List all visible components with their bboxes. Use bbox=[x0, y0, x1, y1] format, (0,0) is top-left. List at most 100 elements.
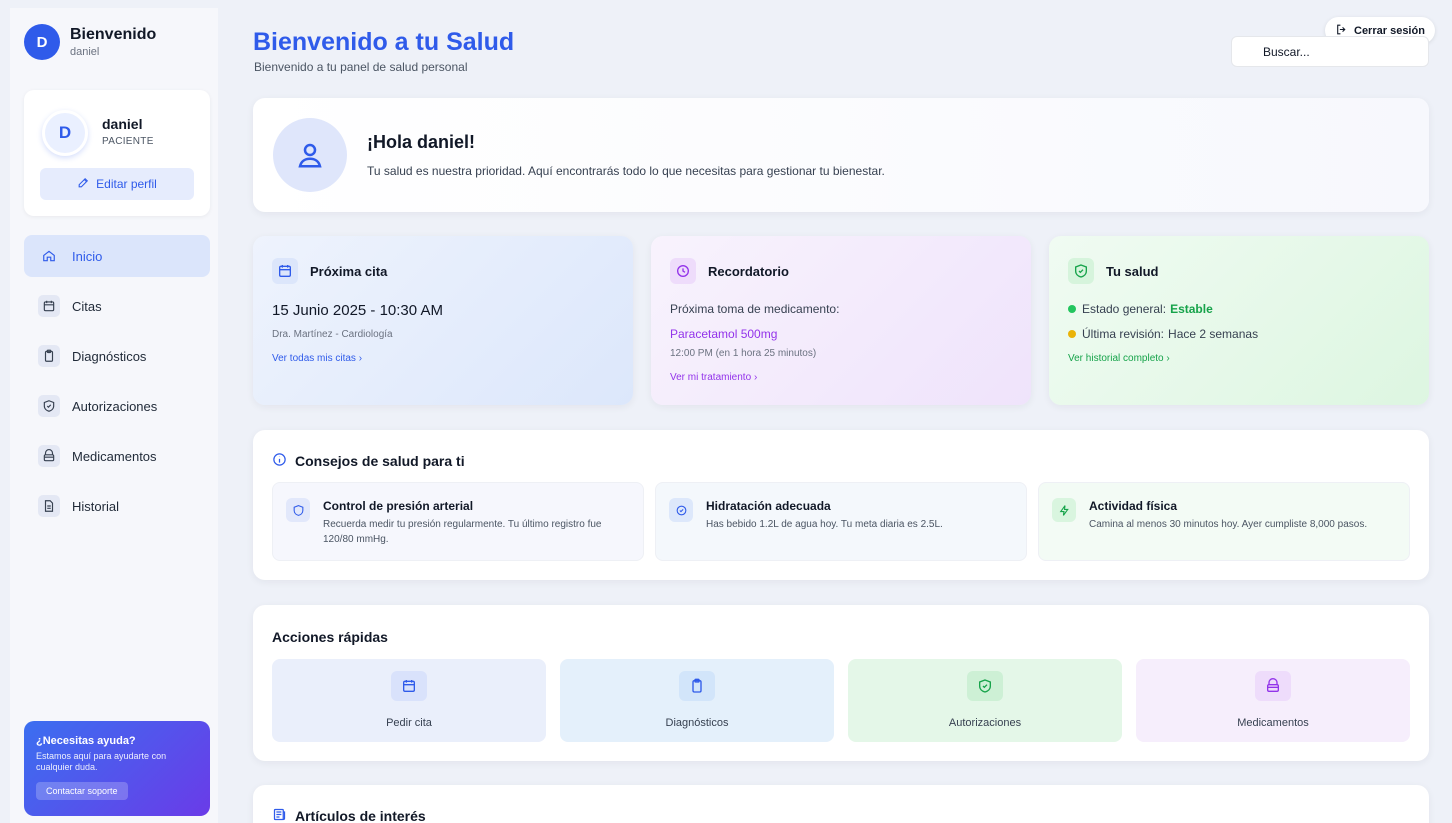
pill-box-icon bbox=[38, 445, 60, 467]
help-card: ¿Necesitas ayuda? Estamos aquí para ayud… bbox=[24, 721, 210, 816]
medicine-name: Paracetamol 500mg bbox=[670, 327, 778, 341]
section-title: Consejos de salud para ti bbox=[272, 452, 465, 470]
chevron-right-icon: › bbox=[753, 372, 758, 383]
card-title: Recordatorio bbox=[708, 263, 789, 279]
view-appointments-link[interactable]: Ver todas mis citas › bbox=[272, 353, 362, 364]
quick-actions-section: Acciones rápidas Pedir cita Diagnósticos… bbox=[253, 605, 1429, 761]
tip-card: Control de presión arterial Recuerda med… bbox=[272, 482, 644, 561]
status-value: Estable bbox=[1170, 302, 1213, 316]
health-last-review: Última revisión: Hace 2 semanas bbox=[1068, 327, 1258, 341]
view-treatment-link[interactable]: Ver mi tratamiento › bbox=[670, 372, 757, 383]
file-text-icon bbox=[38, 495, 60, 517]
action-label: Autorizaciones bbox=[948, 717, 1022, 729]
clock-icon bbox=[670, 258, 696, 284]
newspaper-icon bbox=[272, 807, 287, 823]
sidebar-item-citas[interactable]: Citas bbox=[24, 285, 210, 327]
shield-check-icon bbox=[967, 671, 1003, 701]
action-label: Pedir cita bbox=[386, 717, 432, 729]
appointment-doctor: Dra. Martínez - Cardiología bbox=[272, 329, 393, 340]
welcome-title: Bienvenido bbox=[70, 26, 157, 43]
action-label: Diagnósticos bbox=[665, 717, 729, 729]
profile-card: D daniel PACIENTE Editar perfil bbox=[24, 90, 210, 216]
sidebar-nav: Inicio Citas Diagnósticos Autorizaciones… bbox=[24, 235, 210, 535]
action-medications[interactable]: Medicamentos bbox=[1136, 659, 1410, 742]
next-appointment-card: Próxima cita 15 Junio 2025 - 10:30 AM Dr… bbox=[253, 236, 633, 405]
welcome-header: D Bienvenido daniel bbox=[24, 24, 156, 60]
avatar[interactable]: D bbox=[24, 24, 60, 60]
sidebar-item-label: Historial bbox=[72, 498, 119, 514]
medicine-time: 12:00 PM (en 1 hora 25 minutos) bbox=[670, 348, 817, 359]
tip-title: Actividad física bbox=[1089, 499, 1178, 513]
check-circle-icon bbox=[669, 498, 693, 522]
health-general-status: Estado general: Estable bbox=[1068, 302, 1213, 316]
profile-role: PACIENTE bbox=[102, 136, 154, 147]
status-label: Estado general: bbox=[1082, 302, 1167, 316]
logout-label: Cerrar sesión bbox=[1354, 24, 1425, 37]
status-dot-amber bbox=[1068, 330, 1076, 338]
sidebar-item-label: Medicamentos bbox=[72, 448, 157, 464]
card-header: Próxima cita bbox=[272, 258, 387, 284]
chevron-right-icon: › bbox=[1166, 353, 1170, 364]
link-label: Ver historial completo bbox=[1068, 353, 1164, 364]
welcome-username: daniel bbox=[70, 46, 100, 58]
link-label: Ver mi tratamiento bbox=[670, 372, 752, 383]
shield-icon bbox=[38, 395, 60, 417]
sidebar-item-inicio[interactable]: Inicio bbox=[24, 235, 210, 277]
section-title: Acciones rápidas bbox=[272, 629, 388, 645]
sidebar-item-historial[interactable]: Historial bbox=[24, 485, 210, 527]
sidebar-item-label: Autorizaciones bbox=[72, 398, 158, 414]
shield-check-icon bbox=[1068, 258, 1094, 284]
action-book-appointment[interactable]: Pedir cita bbox=[272, 659, 546, 742]
contact-support-button[interactable]: Contactar soporte bbox=[36, 781, 128, 800]
sidebar-item-autorizaciones[interactable]: Autorizaciones bbox=[24, 385, 210, 427]
sidebar-item-label: Citas bbox=[72, 298, 102, 314]
profile-avatar: D bbox=[42, 110, 88, 156]
clipboard-icon bbox=[679, 671, 715, 701]
sidebar-item-label: Inicio bbox=[72, 248, 103, 264]
info-icon bbox=[272, 452, 287, 470]
chevron-right-icon: › bbox=[358, 353, 363, 364]
review-value: Hace 2 semanas bbox=[1168, 327, 1259, 341]
search-input[interactable]: Buscar... bbox=[1231, 36, 1429, 67]
clipboard-icon bbox=[38, 345, 60, 367]
profile-name: daniel bbox=[102, 116, 143, 132]
review-label: Última revisión: bbox=[1082, 327, 1165, 341]
calendar-icon bbox=[272, 258, 298, 284]
page-title: Bienvenido a tu Salud bbox=[253, 28, 515, 56]
reminder-text: Próxima toma de medicamento: bbox=[670, 302, 840, 316]
health-status-card: Tu salud Estado general: Estable Última … bbox=[1049, 236, 1429, 405]
home-icon bbox=[38, 245, 60, 267]
tip-text: Has bebido 1.2L de agua hoy. Tu meta dia… bbox=[706, 519, 943, 530]
section-title-text: Consejos de salud para ti bbox=[295, 453, 465, 469]
link-label: Ver todas mis citas bbox=[272, 353, 356, 364]
card-title: Tu salud bbox=[1106, 263, 1159, 279]
tip-card: Hidratación adecuada Has bebido 1.2L de … bbox=[655, 482, 1027, 561]
greeting-card: ¡Hola daniel! Tu salud es nuestra priori… bbox=[253, 98, 1429, 212]
action-diagnostics[interactable]: Diagnósticos bbox=[560, 659, 834, 742]
page-subtitle: Bienvenido a tu panel de salud personal bbox=[254, 60, 468, 74]
help-text: Estamos aquí para ayudarte con cualquier… bbox=[36, 751, 167, 773]
appointment-date: 15 Junio 2025 - 10:30 AM bbox=[272, 302, 443, 319]
articles-section: Artículos de interés bbox=[253, 785, 1429, 823]
reminder-card: Recordatorio Próxima toma de medicamento… bbox=[651, 236, 1031, 405]
tip-text: Camina al menos 30 minutos hoy. Ayer cum… bbox=[1089, 519, 1368, 530]
action-authorizations[interactable]: Autorizaciones bbox=[848, 659, 1122, 742]
view-history-link[interactable]: Ver historial completo › bbox=[1068, 353, 1170, 364]
sidebar-item-medicamentos[interactable]: Medicamentos bbox=[24, 435, 210, 477]
section-title: Artículos de interés bbox=[272, 807, 426, 823]
card-title: Próxima cita bbox=[310, 263, 388, 279]
health-tips-section: Consejos de salud para ti Control de pre… bbox=[253, 430, 1429, 580]
calendar-icon bbox=[391, 671, 427, 701]
calendar-icon bbox=[38, 295, 60, 317]
pill-box-icon bbox=[1255, 671, 1291, 701]
action-label: Medicamentos bbox=[1237, 717, 1309, 729]
card-header: Recordatorio bbox=[670, 258, 789, 284]
tip-title: Control de presión arterial bbox=[323, 499, 474, 513]
card-header: Tu salud bbox=[1068, 258, 1158, 284]
sidebar-item-label: Diagnósticos bbox=[72, 348, 147, 364]
sidebar-item-diagnosticos[interactable]: Diagnósticos bbox=[24, 335, 210, 377]
tip-text: Recuerda medir tu presión regularmente. … bbox=[323, 519, 602, 545]
lightning-icon bbox=[1052, 498, 1076, 522]
user-icon bbox=[273, 118, 347, 192]
edit-profile-button[interactable]: Editar perfil bbox=[40, 168, 194, 200]
